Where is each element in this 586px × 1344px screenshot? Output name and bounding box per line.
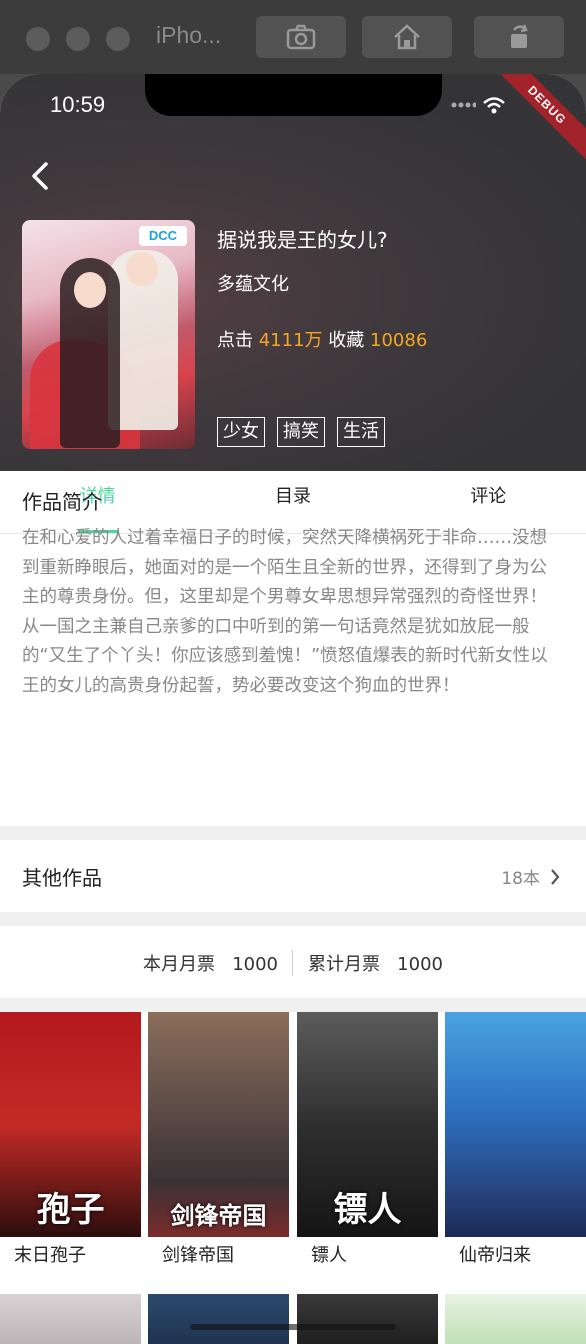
simulator-toolbar: iPho... bbox=[0, 0, 586, 74]
other-works-count: 18本 bbox=[501, 869, 540, 889]
publisher-logo: DCC bbox=[139, 226, 187, 246]
work-card[interactable] bbox=[297, 1294, 438, 1344]
rotate-button[interactable] bbox=[474, 16, 564, 58]
book-cover: DCC bbox=[22, 220, 195, 449]
window-minimize-button[interactable] bbox=[66, 27, 90, 51]
screenshot-button[interactable] bbox=[256, 16, 346, 58]
work-card[interactable]: 剑锋帝国 剑锋帝国 bbox=[148, 1012, 289, 1267]
work-card[interactable] bbox=[0, 1294, 141, 1344]
work-cover bbox=[0, 1294, 141, 1344]
work-card[interactable] bbox=[445, 1294, 586, 1344]
work-title: 剑锋帝国 bbox=[162, 1245, 234, 1266]
status-time: 10:59 bbox=[50, 92, 106, 117]
clicks-label: 点击 bbox=[217, 330, 253, 351]
chevron-right-icon bbox=[551, 868, 560, 885]
home-icon bbox=[394, 24, 420, 50]
book-stats: 点击 4111万 收藏 10086 bbox=[217, 326, 427, 352]
total-votes-label: 累计月票 bbox=[308, 954, 380, 975]
tag[interactable]: 搞笑 bbox=[277, 417, 325, 447]
work-cover: 剑锋帝国 bbox=[148, 1012, 289, 1237]
work-cover bbox=[445, 1012, 586, 1237]
status-icons bbox=[450, 96, 506, 114]
signal-icon bbox=[451, 102, 476, 108]
work-cover bbox=[148, 1294, 289, 1344]
work-card[interactable]: 镖人 镖人 bbox=[297, 1012, 438, 1267]
clicks-value: 4111万 bbox=[258, 330, 323, 351]
divider bbox=[0, 998, 586, 1012]
work-cover: 孢子 bbox=[0, 1012, 141, 1237]
work-cover bbox=[445, 1294, 586, 1344]
tag[interactable]: 少女 bbox=[217, 417, 265, 447]
work-card[interactable] bbox=[148, 1294, 289, 1344]
camera-icon bbox=[286, 24, 316, 50]
other-works-row[interactable]: 其他作品 18本 bbox=[0, 840, 586, 912]
wifi-icon bbox=[483, 97, 505, 114]
tag-list: 少女 搞笑 生活 bbox=[217, 417, 385, 447]
work-title: 仙帝归来 bbox=[459, 1245, 531, 1266]
intro-heading: 作品简介 bbox=[22, 490, 102, 514]
monthly-votes: 本月月票 1000 累计月票 1000 bbox=[0, 926, 586, 998]
work-cover bbox=[297, 1294, 438, 1344]
other-works-label: 其他作品 bbox=[22, 866, 102, 890]
work-card[interactable]: 仙帝归来 bbox=[445, 1012, 586, 1267]
rotate-icon bbox=[511, 24, 528, 48]
total-votes-value: 1000 bbox=[397, 954, 443, 975]
votes-separator bbox=[292, 950, 293, 976]
favs-label: 收藏 bbox=[328, 330, 365, 351]
tag[interactable]: 生活 bbox=[337, 417, 385, 447]
window-close-button[interactable] bbox=[26, 27, 50, 51]
book-author: 多蕴文化 bbox=[217, 274, 289, 295]
back-arrow-icon[interactable] bbox=[28, 160, 52, 192]
favs-value: 10086 bbox=[370, 330, 428, 351]
home-indicator[interactable] bbox=[190, 1324, 396, 1330]
simulator-title: iPho... bbox=[156, 22, 222, 48]
book-header: 10:59 DEBUG DCC 据说我是王的女儿? 多蕴文化 点击 4111万 … bbox=[0, 74, 586, 471]
month-votes-value: 1000 bbox=[232, 954, 278, 975]
intro-text: 在和心爱的人过着幸福日子的时候，突然天降横祸死于非命……没想到重新睁眼后，她面对… bbox=[22, 528, 548, 696]
window-zoom-button[interactable] bbox=[106, 27, 130, 51]
phone-screen: 10:59 DEBUG DCC 据说我是王的女儿? 多蕴文化 点击 4111万 … bbox=[0, 74, 586, 1344]
divider bbox=[0, 912, 586, 926]
divider bbox=[0, 826, 586, 840]
work-title: 镖人 bbox=[311, 1245, 347, 1266]
home-button[interactable] bbox=[362, 16, 452, 58]
work-card[interactable]: 孢子 末日孢子 bbox=[0, 1012, 141, 1267]
work-title: 末日孢子 bbox=[14, 1245, 86, 1266]
month-votes-label: 本月月票 bbox=[143, 954, 216, 975]
work-cover: 镖人 bbox=[297, 1012, 438, 1237]
book-title: 据说我是王的女儿? bbox=[217, 228, 388, 252]
notch bbox=[145, 74, 442, 116]
